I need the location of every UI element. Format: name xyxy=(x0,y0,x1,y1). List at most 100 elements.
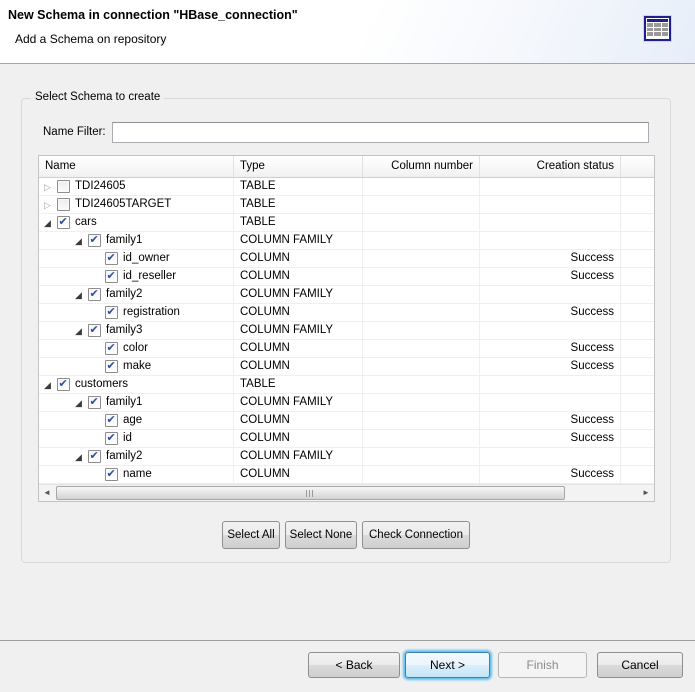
select-none-button[interactable]: Select None xyxy=(285,521,357,549)
table-row[interactable]: id COLUMN Success xyxy=(39,430,654,448)
row-creation-status-cell: Success xyxy=(480,412,621,429)
table-row[interactable]: ◢carsTABLE xyxy=(39,214,654,232)
tree-expanded-icon[interactable]: ◢ xyxy=(75,233,88,249)
table-row[interactable]: makeCOLUMNSuccess xyxy=(39,358,654,376)
row-type-cell: COLUMN xyxy=(234,430,363,447)
row-column-number-cell xyxy=(363,214,480,231)
wizard-banner: New Schema in connection "HBase_connecti… xyxy=(0,0,695,64)
row-checkbox-unchecked[interactable] xyxy=(57,198,70,211)
row-extra-cell xyxy=(621,232,654,249)
tree-expanded-icon[interactable]: ◢ xyxy=(44,377,57,393)
row-extra-cell xyxy=(621,250,654,267)
table-row[interactable]: registrationCOLUMNSuccess xyxy=(39,304,654,322)
row-type-cell: COLUMN xyxy=(234,412,363,429)
row-column-number-cell xyxy=(363,268,480,285)
row-creation-status-cell: Success xyxy=(480,268,621,285)
row-creation-status-cell: Success xyxy=(480,250,621,267)
row-column-number-cell xyxy=(363,394,480,411)
row-name-cell: ◢family2 xyxy=(39,448,234,465)
scroll-left-icon[interactable]: ◄ xyxy=(39,485,55,501)
row-extra-cell xyxy=(621,340,654,357)
row-name-label: family3 xyxy=(106,322,142,339)
next-button[interactable]: Next > xyxy=(405,652,490,678)
finish-button: Finish xyxy=(498,652,587,678)
row-creation-status-cell: Success xyxy=(480,340,621,357)
row-extra-cell xyxy=(621,430,654,447)
row-extra-cell xyxy=(621,358,654,375)
row-checkbox-unchecked[interactable] xyxy=(57,180,70,193)
row-type-cell: COLUMN FAMILY xyxy=(234,394,363,411)
row-checkbox-checked[interactable] xyxy=(88,288,101,301)
page-title: New Schema in connection "HBase_connecti… xyxy=(8,8,298,22)
row-name-label: id_reseller xyxy=(123,268,176,285)
scrollbar-thumb[interactable] xyxy=(56,486,565,500)
row-creation-status-cell xyxy=(480,394,621,411)
row-column-number-cell xyxy=(363,304,480,321)
name-filter-input[interactable] xyxy=(112,122,649,143)
select-all-button[interactable]: Select All xyxy=(222,521,280,549)
row-checkbox-checked[interactable] xyxy=(88,234,101,247)
row-column-number-cell xyxy=(363,196,480,213)
scroll-right-icon[interactable]: ► xyxy=(638,485,654,501)
table-row[interactable]: ageCOLUMNSuccess xyxy=(39,412,654,430)
tree-expanded-icon[interactable]: ◢ xyxy=(75,287,88,303)
row-name-label: customers xyxy=(75,376,128,393)
table-row[interactable]: ◢family2COLUMN FAMILY xyxy=(39,286,654,304)
table-row[interactable]: ◢family1COLUMN FAMILY xyxy=(39,394,654,412)
row-type-cell: COLUMN FAMILY xyxy=(234,232,363,249)
column-header-column-number[interactable]: Column number xyxy=(363,156,480,177)
row-checkbox-checked[interactable] xyxy=(57,378,70,391)
row-extra-cell xyxy=(621,304,654,321)
table-grid-icon xyxy=(644,16,671,41)
row-checkbox-checked[interactable] xyxy=(105,306,118,319)
row-checkbox-checked[interactable] xyxy=(88,450,101,463)
row-creation-status-cell xyxy=(480,178,621,195)
tree-expanded-icon[interactable]: ◢ xyxy=(75,395,88,411)
row-column-number-cell xyxy=(363,430,480,447)
row-extra-cell xyxy=(621,376,654,393)
tree-expanded-icon[interactable]: ◢ xyxy=(44,215,57,231)
table-row[interactable]: ▷TDI24605TABLE xyxy=(39,178,654,196)
table-row[interactable]: ◢family1COLUMN FAMILY xyxy=(39,232,654,250)
row-column-number-cell xyxy=(363,466,480,483)
row-type-cell: COLUMN FAMILY xyxy=(234,448,363,465)
cancel-button[interactable]: Cancel xyxy=(597,652,683,678)
table-row[interactable]: id_ownerCOLUMNSuccess xyxy=(39,250,654,268)
table-row[interactable]: ◢family3COLUMN FAMILY xyxy=(39,322,654,340)
table-row[interactable]: ◢family2COLUMN FAMILY xyxy=(39,448,654,466)
row-checkbox-checked[interactable] xyxy=(88,396,101,409)
row-name-cell: id_owner xyxy=(39,250,234,267)
tree-expanded-icon[interactable]: ◢ xyxy=(75,449,88,465)
row-name-label: color xyxy=(123,340,148,357)
back-button[interactable]: < Back xyxy=(308,652,400,678)
row-checkbox-checked[interactable] xyxy=(105,342,118,355)
row-checkbox-checked[interactable] xyxy=(105,252,118,265)
horizontal-scrollbar[interactable]: ◄ ► xyxy=(39,484,654,501)
check-connection-button[interactable]: Check Connection xyxy=(362,521,470,549)
row-column-number-cell xyxy=(363,232,480,249)
row-name-label: name xyxy=(123,466,152,483)
row-checkbox-checked[interactable] xyxy=(105,468,118,481)
row-checkbox-checked[interactable] xyxy=(105,360,118,373)
row-checkbox-checked[interactable] xyxy=(105,414,118,427)
table-row[interactable]: id_resellerCOLUMNSuccess xyxy=(39,268,654,286)
table-row[interactable]: ▷TDI24605TARGETTABLE xyxy=(39,196,654,214)
row-creation-status-cell: Success xyxy=(480,304,621,321)
tree-collapsed-icon[interactable]: ▷ xyxy=(44,179,57,195)
row-name-label: id_owner xyxy=(123,250,170,267)
row-column-number-cell xyxy=(363,322,480,339)
row-checkbox-checked[interactable] xyxy=(57,216,70,229)
row-checkbox-checked[interactable] xyxy=(88,324,101,337)
table-row[interactable]: colorCOLUMNSuccess xyxy=(39,340,654,358)
row-name-label: id xyxy=(123,430,132,447)
row-checkbox-checked[interactable] xyxy=(105,270,118,283)
table-row[interactable]: ◢customersTABLE xyxy=(39,376,654,394)
column-header-name[interactable]: Name xyxy=(39,156,234,177)
tree-expanded-icon[interactable]: ◢ xyxy=(75,323,88,339)
tree-collapsed-icon[interactable]: ▷ xyxy=(44,197,57,213)
table-row[interactable]: nameCOLUMNSuccess xyxy=(39,466,654,484)
row-creation-status-cell: Success xyxy=(480,430,621,447)
column-header-type[interactable]: Type xyxy=(234,156,363,177)
row-checkbox-checked[interactable] xyxy=(105,432,118,445)
column-header-creation-status[interactable]: Creation status xyxy=(480,156,621,177)
